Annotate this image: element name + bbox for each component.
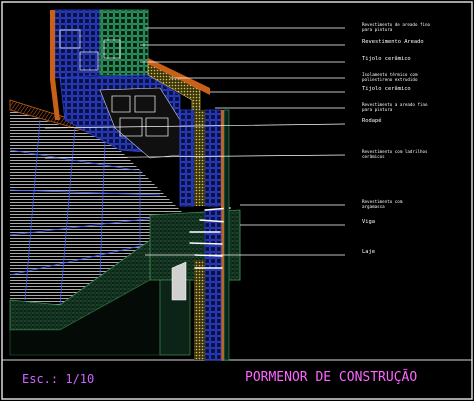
inner-brick-wall-lower	[204, 109, 222, 207]
insulation-base	[194, 260, 205, 360]
beam-label: Viga	[362, 219, 375, 225]
ceramic-brick-outer-label: Tijolo cerâmico	[362, 55, 411, 62]
wall-edge-green	[223, 109, 230, 361]
skirting-label: Rodapé	[362, 117, 381, 124]
slab-label: Laje	[362, 249, 375, 255]
insulation-cavity	[194, 110, 205, 206]
beam-formwork-edge	[171, 261, 187, 301]
render-sanded-label: Revestimento Areado	[362, 39, 424, 45]
ceramic-brick-inner-label: Tijolo cerâmico	[362, 85, 411, 92]
inner-brick-wall-upper	[99, 9, 149, 76]
scale-text: Esc.: 1/10	[22, 372, 94, 386]
outer-brick-wall-lower	[179, 109, 195, 207]
insulation-label: Isolamento térmico com poliestireno extru…	[362, 72, 418, 82]
render-outer-vertical	[221, 110, 224, 360]
drawing-title: PORMENOR DE CONSTRUÇÃO	[245, 369, 417, 385]
construction-detail-drawing: Revestimento de areado fino para pinturaR…	[1, 1, 473, 400]
outer-brick-wall-upper	[54, 9, 101, 79]
